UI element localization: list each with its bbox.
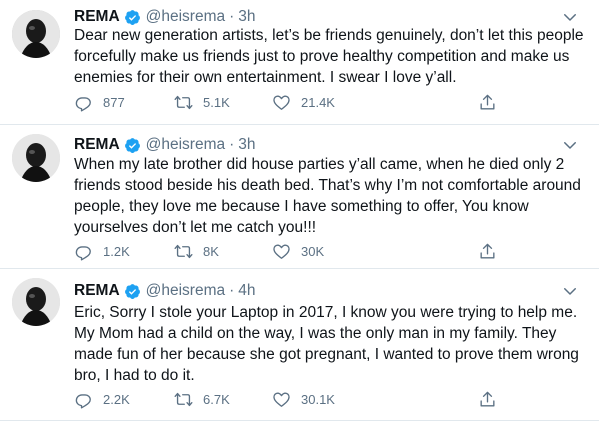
retweet-count: 8K [203, 243, 219, 259]
author-name[interactable]: REMA [74, 136, 120, 154]
timestamp[interactable]: 3h [238, 8, 255, 26]
retweet-count: 6.7K [203, 391, 230, 407]
author-handle[interactable]: @heisrema [146, 8, 225, 26]
tweet-text: Dear new generation artists, let’s be fr… [74, 27, 584, 86]
retweet-button[interactable]: 5.1K [174, 92, 230, 112]
separator-dot: · [229, 282, 235, 299]
retweet-icon [174, 392, 193, 406]
author-name[interactable]: REMA [74, 8, 120, 26]
verified-badge-icon [124, 137, 140, 153]
retweet-icon [174, 95, 193, 109]
tweet[interactable]: REMA @heisrema · 3h When my late brother… [0, 124, 599, 268]
retweet-icon [174, 244, 193, 258]
reply-button[interactable]: 877 [74, 92, 125, 112]
tweet-text: When my late brother did house parties y… [74, 156, 581, 236]
retweet-count: 5.1K [203, 94, 230, 110]
like-button[interactable]: 21.4K [272, 92, 335, 112]
tweet[interactable]: REMA @heisrema · 3h Dear new generation … [0, 0, 599, 124]
like-button[interactable]: 30K [272, 241, 324, 261]
like-button[interactable]: 30.1K [272, 389, 335, 409]
reply-button[interactable]: 1.2K [74, 241, 130, 261]
chevron-down-icon[interactable] [561, 8, 579, 26]
share-button[interactable] [478, 389, 497, 409]
share-button[interactable] [478, 241, 497, 261]
reply-icon [75, 393, 91, 408]
share-button[interactable] [478, 92, 497, 112]
tweet[interactable]: REMA @heisrema · 4h Eric, Sorry I stole … [0, 268, 599, 423]
reply-icon [75, 245, 91, 260]
verified-badge-icon [124, 9, 140, 25]
share-icon [480, 391, 495, 407]
heart-icon [273, 94, 290, 110]
separator-dot: · [229, 8, 235, 25]
retweet-button[interactable]: 8K [174, 241, 219, 261]
retweet-button[interactable]: 6.7K [174, 389, 230, 409]
reply-count: 2.2K [103, 391, 130, 407]
verified-badge-icon [124, 283, 140, 299]
like-count: 30.1K [301, 391, 335, 407]
reply-count: 1.2K [103, 243, 130, 259]
reply-count: 877 [103, 94, 125, 110]
author-handle[interactable]: @heisrema [146, 136, 225, 154]
share-icon [480, 243, 495, 259]
like-count: 30K [301, 243, 325, 259]
avatar[interactable] [12, 278, 60, 326]
reply-icon [75, 96, 91, 111]
avatar[interactable] [12, 134, 60, 182]
tweet-actions: 877 5.1K 21.4K [74, 92, 497, 112]
tweet-actions: 1.2K 8K 30K [74, 241, 497, 261]
heart-icon [273, 243, 290, 259]
tweet-actions: 2.2K 6.7K 30.1K [74, 389, 497, 409]
reply-button[interactable]: 2.2K [74, 389, 130, 409]
separator-dot: · [229, 136, 235, 153]
chevron-down-icon[interactable] [561, 282, 579, 300]
like-count: 21.4K [301, 94, 335, 110]
heart-icon [273, 391, 290, 407]
timestamp[interactable]: 4h [238, 282, 255, 300]
author-handle[interactable]: @heisrema [146, 282, 225, 300]
tweet-header: REMA @heisrema · 3h [74, 134, 256, 156]
tweet-header: REMA @heisrema · 4h [74, 280, 256, 302]
author-name[interactable]: REMA [74, 282, 120, 300]
share-icon [480, 94, 495, 110]
timestamp[interactable]: 3h [238, 136, 255, 154]
tweet-text: Eric, Sorry I stole your Laptop in 2017,… [74, 304, 579, 384]
tweet-divider [0, 420, 599, 421]
avatar[interactable] [12, 10, 60, 58]
chevron-down-icon[interactable] [561, 136, 579, 154]
